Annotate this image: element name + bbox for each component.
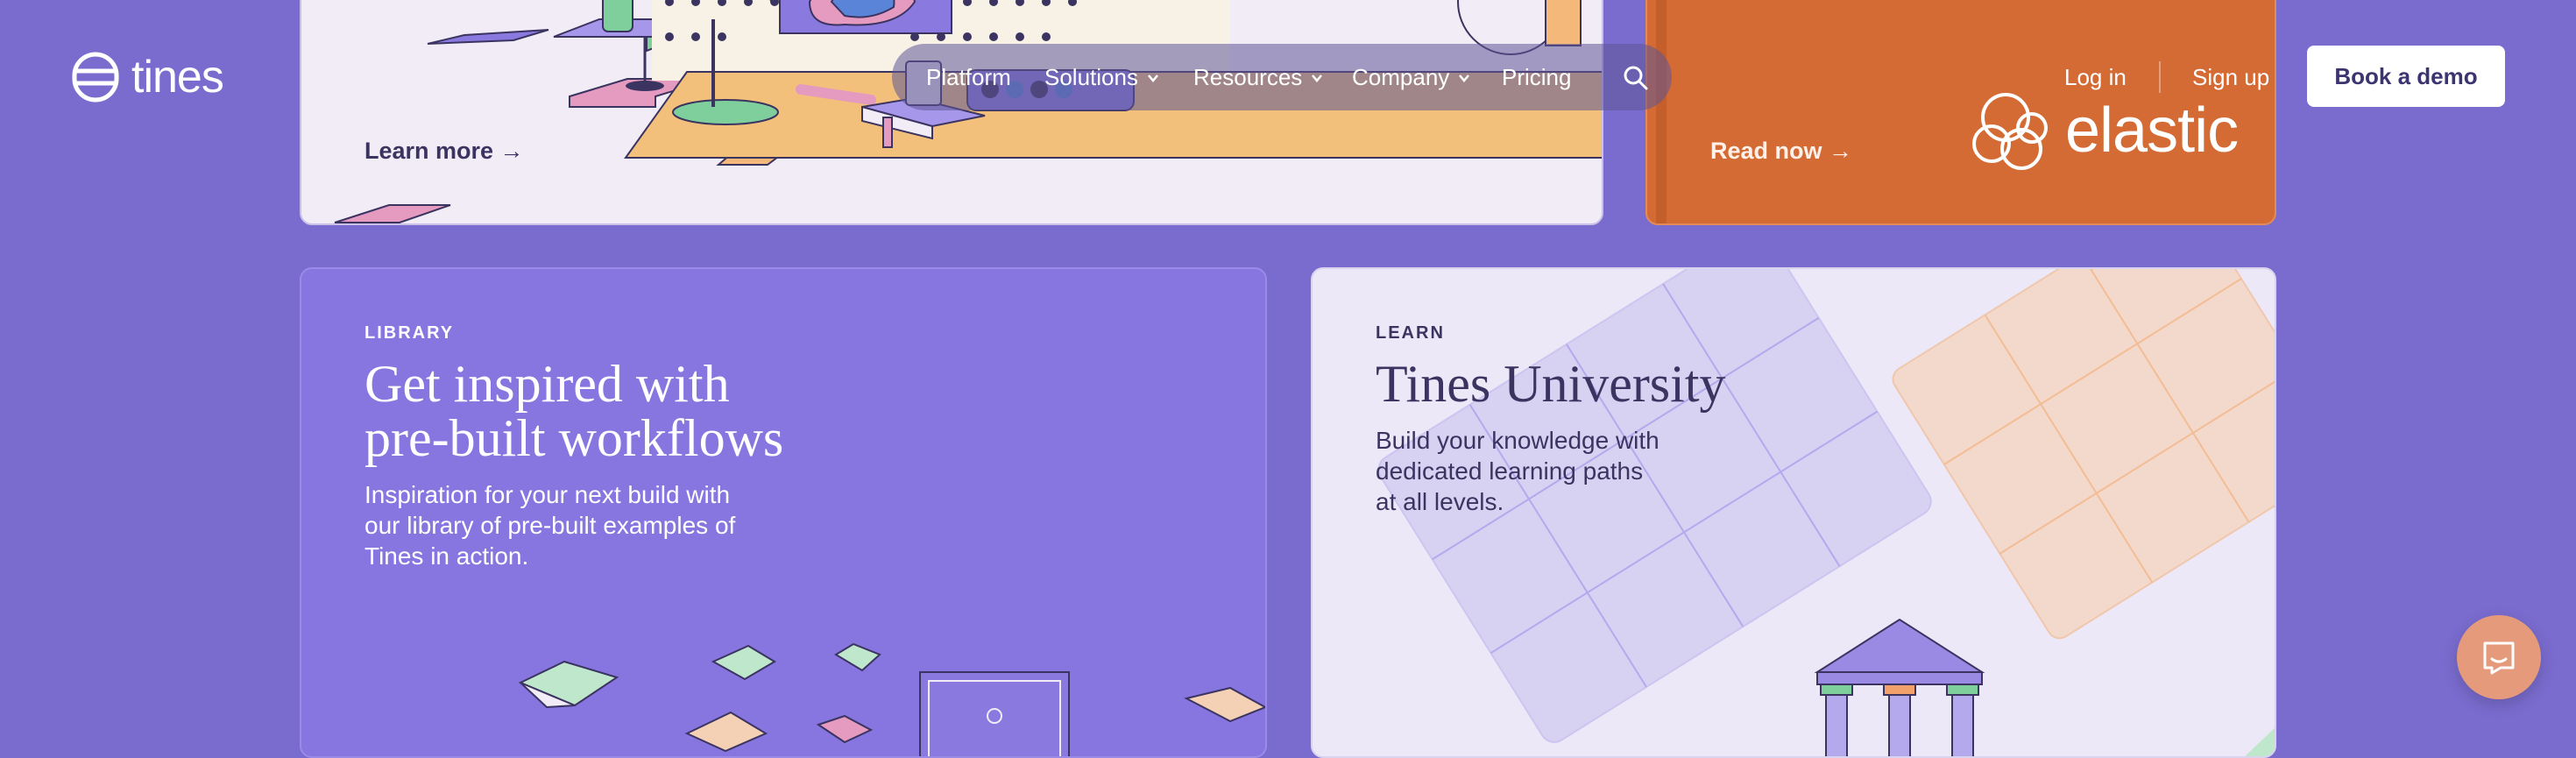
elastic-wordmark: elastic	[2065, 96, 2239, 166]
nav-pricing[interactable]: Pricing	[1502, 64, 1571, 91]
logo-wordmark: tines	[131, 52, 224, 103]
library-card[interactable]: LIBRARY Get inspired with pre-built work…	[300, 267, 1267, 758]
learn-more-link[interactable]: Learn more →	[364, 138, 524, 165]
desk-illustration	[334, 0, 1602, 223]
nav-solutions[interactable]: Solutions	[1044, 64, 1159, 91]
learn-card[interactable]: LEARN Tines University Build your knowle…	[1311, 267, 2276, 758]
chat-icon	[2483, 641, 2515, 675]
elastic-logo-icon	[1972, 93, 2048, 170]
nav-company[interactable]: Company	[1352, 64, 1470, 91]
nav-pricing-label: Pricing	[1502, 64, 1572, 90]
tines-logo[interactable]: tines	[72, 51, 224, 103]
search-button[interactable]	[1621, 63, 1651, 93]
tines-logo-icon	[72, 52, 119, 103]
chevron-down-icon	[1459, 74, 1470, 82]
top-left-card[interactable]	[300, 0, 1603, 225]
card-accent-stripe	[1656, 0, 1667, 223]
learn-body-line3: at all levels.	[1376, 488, 1504, 515]
login-link[interactable]: Log in	[2064, 64, 2127, 91]
header-divider	[2159, 61, 2161, 93]
chevron-down-icon	[1148, 74, 1158, 82]
flying-books-illustration	[518, 642, 1265, 756]
learn-headline: Tines University	[1376, 355, 1726, 413]
chevron-down-icon	[1312, 74, 1323, 82]
nav-platform[interactable]: Platform	[926, 64, 1011, 91]
signup-link[interactable]: Sign up	[2192, 64, 2269, 91]
nav-resources[interactable]: Resources	[1193, 64, 1323, 91]
learn-body: Build your knowledge with dedicated lear…	[1376, 425, 1660, 517]
nav-resources-label: Resources	[1193, 64, 1303, 90]
nav-company-label: Company	[1352, 64, 1450, 90]
learn-eyebrow: LEARN	[1376, 323, 1445, 343]
search-icon	[1624, 66, 1648, 90]
read-now-link[interactable]: Read now →	[1710, 138, 1852, 165]
learn-body-line1: Build your knowledge with	[1376, 427, 1660, 454]
chat-button[interactable]	[2457, 615, 2541, 699]
learn-body-line2: dedicated learning paths	[1376, 457, 1644, 485]
nav-platform-label: Platform	[926, 64, 1011, 90]
nav-solutions-label: Solutions	[1044, 64, 1138, 90]
book-demo-button[interactable]: Book a demo	[2307, 46, 2505, 107]
elastic-logo: elastic	[1967, 88, 2256, 184]
